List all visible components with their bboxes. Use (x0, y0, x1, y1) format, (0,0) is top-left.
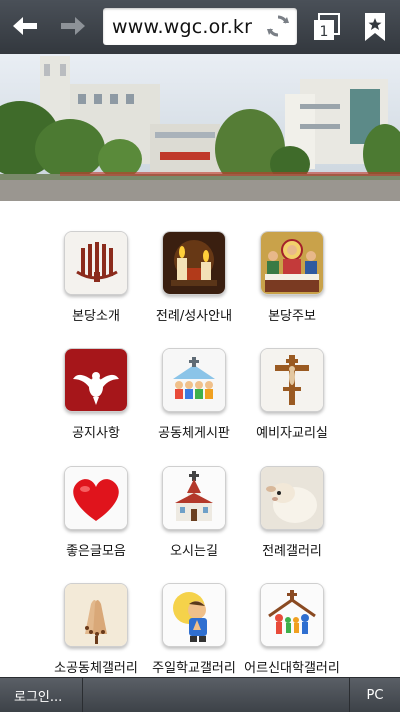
forward-button[interactable] (56, 10, 90, 42)
menu-item-liturgy-gallery[interactable]: 전례갤러리 (232, 436, 352, 559)
family-church-icon (260, 583, 324, 647)
church-banner-image (0, 54, 400, 201)
menu-grid: 본당소개 전례/성사안내 본당주보 공지사항 공동체게시판 예비자교리실 좋은글… (0, 201, 400, 677)
pc-version-button[interactable]: PC (350, 678, 400, 712)
community-icon (162, 348, 226, 412)
heart-icon (64, 466, 128, 530)
holy-spirit-dove-icon (64, 348, 128, 412)
chapel-icon (162, 466, 226, 530)
address-bar[interactable]: www.wgc.or.kr (103, 8, 297, 45)
menu-item-catechumen-room[interactable]: 예비자교리실 (232, 318, 352, 441)
praying-child-icon (162, 583, 226, 647)
forward-arrow-icon (61, 17, 85, 35)
url-text: www.wgc.or.kr (112, 16, 253, 38)
back-button[interactable] (8, 10, 42, 42)
bottom-bar-spacer (84, 678, 350, 712)
bookmark-button[interactable] (361, 11, 389, 43)
tabs-button[interactable]: 1 (311, 11, 343, 43)
church-organ-icon (64, 231, 128, 295)
tab-count: 1 (320, 24, 329, 40)
menu-item-parish-bulletin[interactable]: 본당주보 (232, 201, 352, 324)
candles-icon (162, 231, 226, 295)
tabs-icon: 1 (314, 13, 340, 40)
browser-toolbar: www.wgc.or.kr 1 (0, 0, 400, 55)
last-supper-icon (260, 231, 324, 295)
login-button[interactable]: 로그인... (0, 678, 83, 712)
menu-item-senior-college-gallery[interactable]: 어르신대학갤러리 (232, 553, 352, 676)
crucifix-icon (260, 348, 324, 412)
back-arrow-icon (13, 17, 37, 35)
praying-hands-icon (64, 583, 128, 647)
bottom-bar: 로그인... PC (0, 677, 400, 712)
refresh-icon[interactable] (265, 13, 291, 39)
menu-item-label: 어르신대학갤러리 (244, 661, 340, 676)
lamb-icon (260, 466, 324, 530)
bookmark-icon (365, 13, 385, 41)
